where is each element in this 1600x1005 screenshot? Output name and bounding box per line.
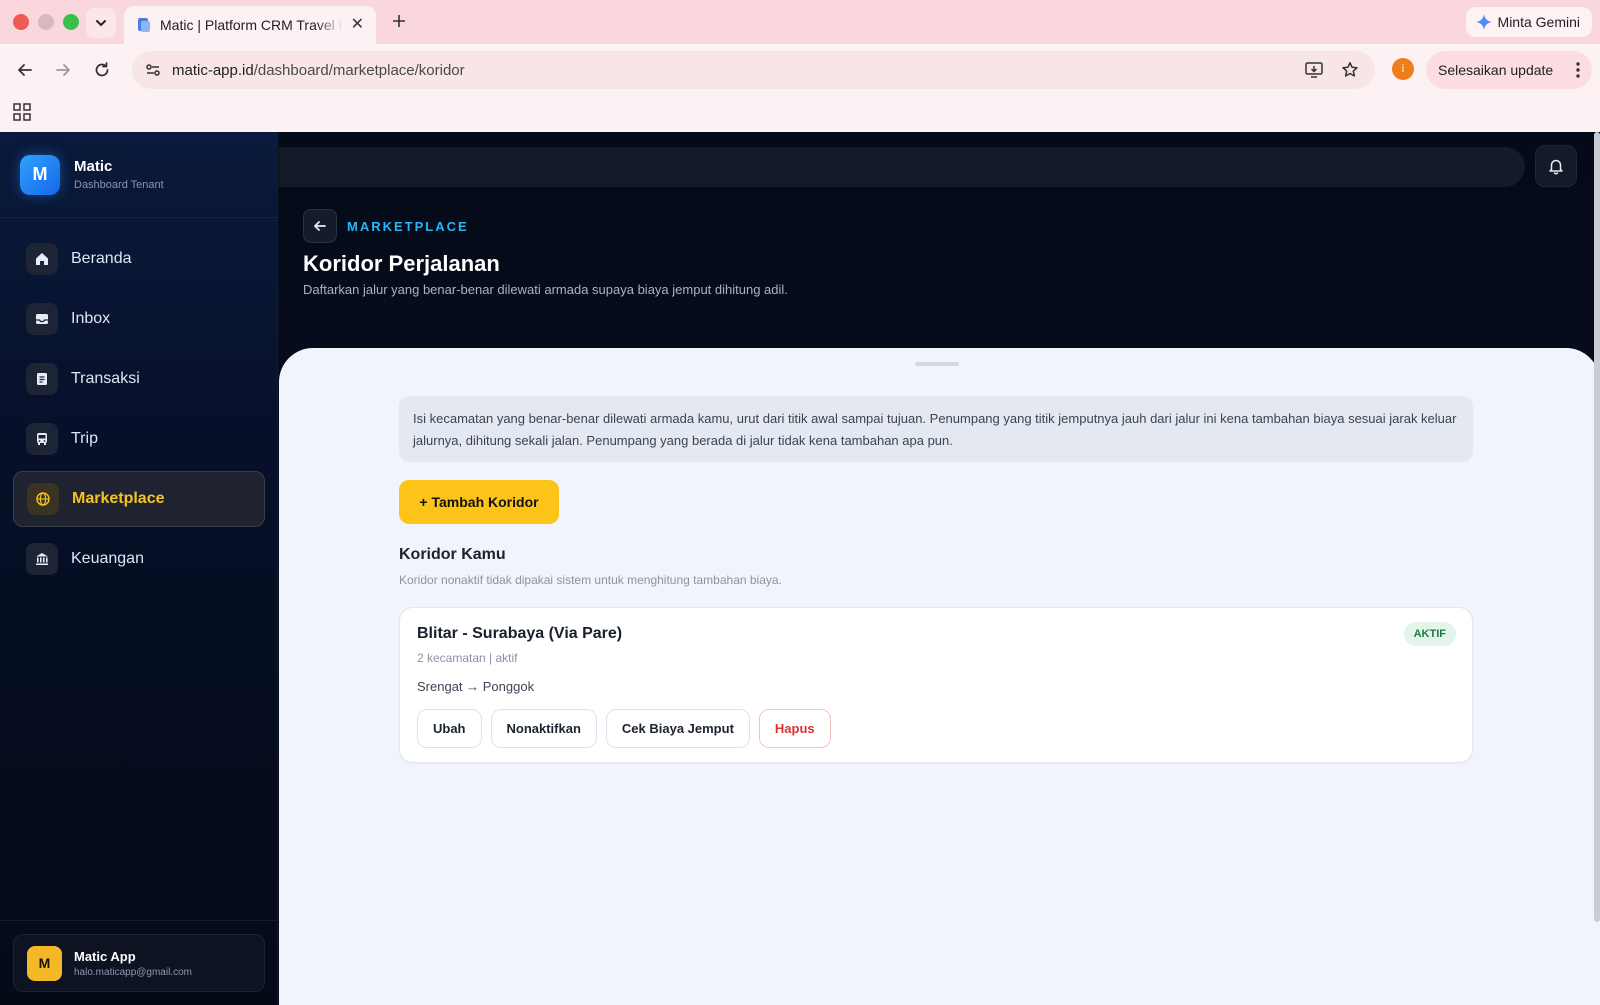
install-app-button[interactable] [1301, 57, 1327, 83]
bus-icon [26, 423, 58, 455]
bank-icon [26, 543, 58, 575]
corridor-meta: 2 kecamatan | aktif [417, 651, 518, 665]
sidebar-item-trip[interactable]: Trip [13, 411, 265, 467]
url-text[interactable]: matic-app.id/dashboard/marketplace/korid… [172, 62, 1291, 79]
url-host: matic-app.id [172, 61, 254, 79]
sidebar-divider [0, 920, 278, 921]
apps-grid-icon[interactable] [12, 102, 32, 122]
back-nav-button[interactable] [11, 56, 39, 84]
sidebar-item-label: Trip [71, 430, 98, 447]
sidebar-item-marketplace[interactable]: Marketplace [13, 471, 265, 527]
sidebar-item-label: Inbox [71, 310, 111, 327]
bell-icon [1549, 159, 1563, 175]
favicon-icon [138, 18, 150, 32]
plus-icon [393, 15, 405, 27]
section-subtitle: Koridor nonaktif tidak dipakai sistem un… [399, 573, 782, 587]
sidebar-item-transaksi[interactable]: Transaksi [13, 351, 265, 407]
sidebar-item-keuangan[interactable]: Keuangan [13, 531, 265, 587]
chevron-down-icon [96, 20, 106, 27]
info-callout: Isi kecamatan yang benar-benar dilewati … [399, 396, 1473, 462]
document-icon [26, 363, 58, 395]
tab-search-button[interactable] [86, 8, 116, 38]
brand-name: Matic [74, 158, 113, 175]
breadcrumb: MARKETPLACE [347, 219, 469, 234]
bookmark-button[interactable] [1337, 57, 1363, 83]
gemini-sparkle-icon [1475, 14, 1492, 30]
deactivate-button[interactable]: Nonaktifkan [490, 709, 597, 748]
reload-button[interactable] [88, 56, 116, 84]
sidebar-item-label: Transaksi [71, 370, 140, 387]
install-monitor-icon [1305, 62, 1323, 78]
add-corridor-button[interactable]: + Tambah Koridor [399, 480, 559, 524]
user-name: Matic App [74, 948, 136, 964]
reload-icon [95, 62, 109, 77]
back-button[interactable] [303, 209, 337, 243]
check-pickup-fee-button[interactable]: Cek Biaya Jemput [605, 709, 750, 748]
globe-icon [27, 483, 59, 515]
sidebar-item-label: Beranda [71, 250, 132, 267]
forward-nav-button[interactable] [49, 56, 77, 84]
gemini-button[interactable]: Minta Gemini [1465, 7, 1592, 37]
sidebar: M Matic Dashboard Tenant Beranda Inbox T… [0, 132, 278, 1005]
sidebar-nav: Beranda Inbox Transaksi Trip Marketplace… [13, 231, 265, 591]
section-title: Koridor Kamu [399, 546, 506, 563]
main-content: MARKETPLACE Koridor Perjalanan Daftarkan… [279, 132, 1600, 1005]
home-icon [26, 243, 58, 275]
avatar: M [27, 945, 62, 981]
browser-tab[interactable]: Matic | Platform CRM Travel Dash ✕ [124, 6, 376, 44]
kebab-menu-icon [1576, 62, 1580, 78]
window-minimize-button[interactable] [38, 14, 54, 30]
page-subtitle: Daftarkan jalur yang benar-benar dilewat… [303, 282, 788, 297]
browser-tab-strip: Matic | Platform CRM Travel Dash ✕ Minta… [0, 0, 1600, 44]
gemini-label: Minta Gemini [1497, 14, 1580, 30]
sidebar-item-label: Keuangan [71, 550, 144, 567]
corridor-route: Srengat → Ponggok [417, 679, 535, 694]
corridor-actions: Ubah Nonaktifkan Cek Biaya Jemput Hapus [417, 709, 831, 748]
page-scrollbar[interactable] [1594, 132, 1600, 922]
notifications-button[interactable] [1535, 145, 1577, 187]
update-button[interactable]: Selesaikan update [1426, 51, 1592, 89]
user-email: halo.maticapp@gmail.com [74, 966, 192, 978]
star-icon [1342, 62, 1358, 77]
inbox-icon [26, 303, 58, 335]
status-badge: AKTIF [1403, 622, 1456, 646]
app-root: M Matic Dashboard Tenant Beranda Inbox T… [0, 132, 1600, 1005]
arrow-left-icon [314, 221, 326, 231]
content-sheet: Isi kecamatan yang benar-benar dilewati … [279, 348, 1600, 1005]
tab-close-icon[interactable]: ✕ [351, 17, 364, 33]
brand-logo: M [20, 154, 60, 195]
window-maximize-button[interactable] [63, 14, 79, 30]
profile-avatar[interactable]: i [1392, 58, 1414, 80]
brand-subtitle: Dashboard Tenant [74, 179, 164, 191]
tab-title: Matic | Platform CRM Travel Dash [160, 17, 343, 33]
corridor-name: Blitar - Surabaya (Via Pare) [417, 625, 623, 642]
arrow-left-icon [18, 64, 32, 76]
address-bar[interactable]: matic-app.id/dashboard/marketplace/korid… [132, 51, 1375, 89]
site-settings-icon[interactable] [144, 61, 162, 79]
edit-button[interactable]: Ubah [417, 709, 482, 748]
sidebar-item-inbox[interactable]: Inbox [13, 291, 265, 347]
sidebar-item-label: Marketplace [72, 490, 165, 507]
page-title: Koridor Perjalanan [303, 251, 500, 276]
sidebar-item-beranda[interactable]: Beranda [13, 231, 265, 287]
arrow-right-icon [56, 64, 70, 76]
window-close-button[interactable] [13, 14, 29, 30]
delete-button[interactable]: Hapus [758, 709, 831, 748]
browser-toolbar: matic-app.id/dashboard/marketplace/korid… [0, 44, 1600, 132]
url-path: /dashboard/marketplace/koridor [253, 61, 465, 79]
top-search-bar[interactable] [279, 147, 1525, 187]
brand: M Matic Dashboard Tenant [0, 132, 278, 218]
user-card[interactable]: M Matic App halo.maticapp@gmail.com [13, 934, 265, 992]
sheet-handle[interactable] [915, 362, 959, 366]
corridor-card: Blitar - Surabaya (Via Pare) 2 kecamatan… [399, 607, 1473, 763]
new-tab-button[interactable] [388, 10, 410, 32]
update-label: Selesaikan update [1438, 62, 1554, 78]
